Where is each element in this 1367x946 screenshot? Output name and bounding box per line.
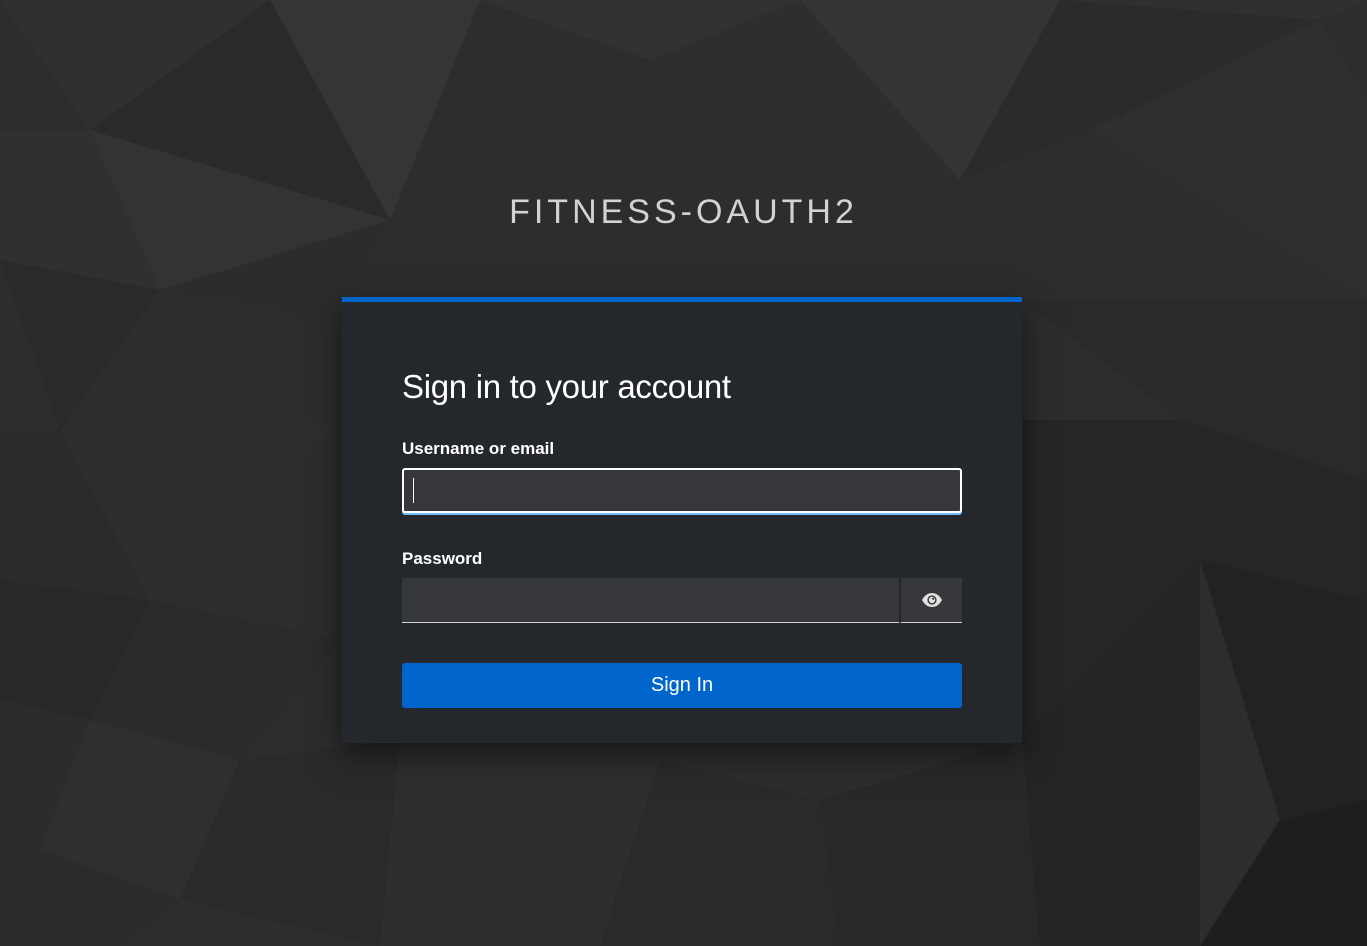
login-card: Sign in to your account Username or emai… (342, 297, 1022, 743)
eye-icon (901, 592, 962, 608)
login-heading: Sign in to your account (402, 368, 731, 405)
username-label: Username or email (402, 439, 555, 458)
realm-title: FITNESS-OAUTH2 (509, 193, 858, 231)
username-input[interactable] (402, 468, 962, 513)
password-label: Password (402, 549, 483, 568)
show-password-button[interactable] (900, 578, 962, 623)
text-caret (413, 478, 414, 503)
sign-in-button[interactable]: Sign In (402, 663, 962, 708)
password-input[interactable] (402, 578, 899, 623)
